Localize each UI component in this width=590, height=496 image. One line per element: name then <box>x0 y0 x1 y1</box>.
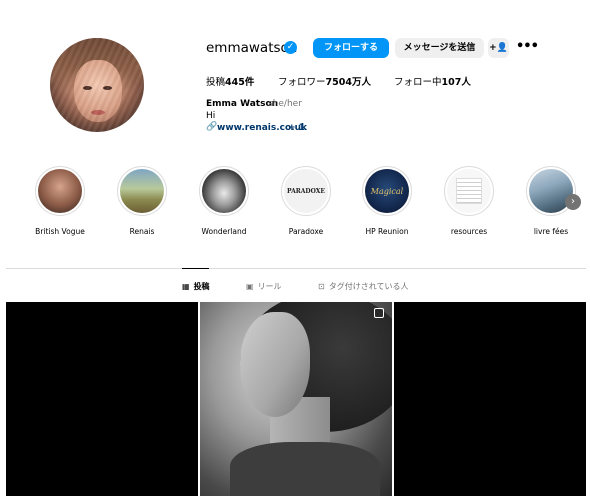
more-options-icon[interactable]: ••• <box>516 38 539 58</box>
verified-badge-icon: ✓ <box>284 41 297 54</box>
highlight-label: resources <box>450 227 488 236</box>
active-tab-indicator <box>182 268 209 269</box>
post-thumbnail[interactable] <box>200 302 392 496</box>
tab-tagged[interactable]: ⊡ タグ付けされている人 <box>318 281 408 292</box>
highlight-label: Wonderland <box>201 227 247 236</box>
tab-reels[interactable]: ▣ リール <box>246 281 282 292</box>
follow-button[interactable]: フォローする <box>313 38 389 58</box>
highlight-paradoxe[interactable]: PARADOXE <box>281 166 331 216</box>
highlight-resources[interactable] <box>444 166 494 216</box>
reels-icon: ▣ <box>246 282 254 291</box>
highlight-renais[interactable] <box>117 166 167 216</box>
profile-pronouns: she/her <box>268 99 302 109</box>
highlight-label: HP Reunion <box>365 227 409 236</box>
profile-link-more[interactable]: + 1 <box>288 123 305 133</box>
add-person-icon[interactable]: +👤 <box>488 38 509 58</box>
post-thumbnail[interactable] <box>394 302 586 496</box>
posts-count: 投稿445件 <box>206 77 255 88</box>
highlight-label: Renais <box>129 227 155 236</box>
followers-count[interactable]: フォロワー7504万人 <box>278 74 371 88</box>
tagged-icon: ⊡ <box>318 282 325 291</box>
chevron-right-icon[interactable]: › <box>565 194 581 210</box>
profile-avatar[interactable] <box>50 38 144 132</box>
highlight-label: British Vogue <box>35 227 85 236</box>
highlight-british-vogue[interactable] <box>35 166 85 216</box>
tabs-divider <box>6 268 586 269</box>
link-icon: 🔗 <box>206 122 218 132</box>
highlight-cover-text: Magical <box>370 187 404 196</box>
highlight-label: Paradoxe <box>288 227 324 236</box>
highlight-label: livre fées <box>533 227 569 236</box>
following-count[interactable]: フォロー中107人 <box>394 74 471 88</box>
profile-bio: Hi <box>206 111 216 121</box>
highlight-wonderland[interactable] <box>199 166 249 216</box>
post-thumbnail[interactable] <box>6 302 198 496</box>
multiple-photos-icon <box>374 308 384 318</box>
highlight-cover-text: PARADOXE <box>287 188 325 195</box>
highlight-hp-reunion[interactable]: Magical <box>362 166 412 216</box>
tab-posts[interactable]: ▦ 投稿 <box>182 281 210 292</box>
message-button[interactable]: メッセージを送信 <box>395 38 484 58</box>
grid-icon: ▦ <box>182 282 190 291</box>
